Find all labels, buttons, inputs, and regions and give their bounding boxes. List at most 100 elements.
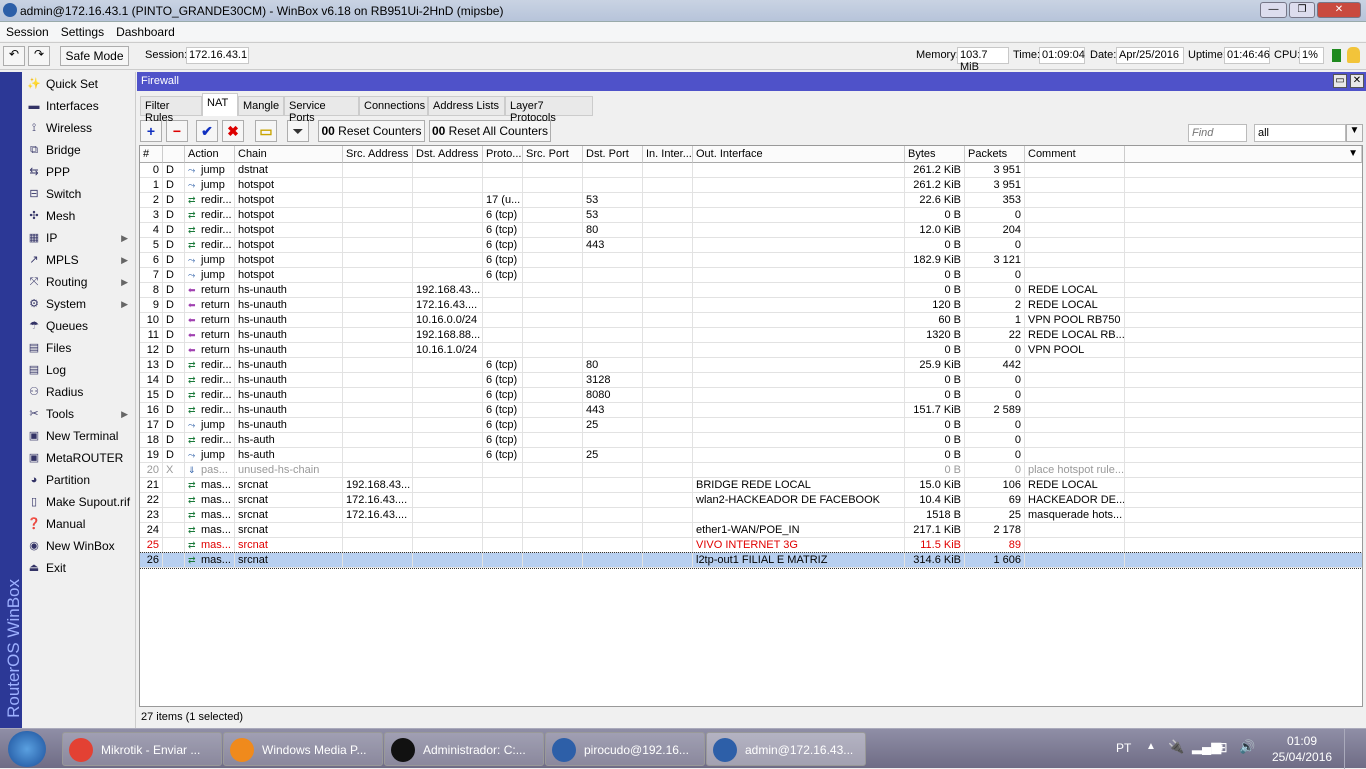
column-menu-chevron-down-icon[interactable]: ▼ <box>1348 148 1358 159</box>
column-header-0[interactable]: # <box>140 146 163 163</box>
safe-mode-button[interactable]: Safe Mode <box>60 46 129 66</box>
sidebar-item-mpls[interactable]: ↗ MPLS ▶ <box>24 250 134 270</box>
sidebar-item-ip[interactable]: ▦ IP ▶ <box>24 228 134 248</box>
column-header-3[interactable]: Chain <box>235 146 343 163</box>
menu-dashboard[interactable]: Dashboard <box>110 22 181 39</box>
tab-mangle[interactable]: Mangle <box>238 96 284 116</box>
sidebar-item-interfaces[interactable]: ▬ Interfaces <box>24 96 134 116</box>
tab-layer7-protocols[interactable]: Layer7 Protocols <box>505 96 593 124</box>
taskbar-item[interactable]: Mikrotik - Enviar ... <box>62 732 222 766</box>
table-row[interactable]: 18 D ⇄ redir... hs-auth 6 (tcp) 0 B0 <box>140 433 1362 448</box>
menu-settings[interactable]: Settings <box>55 22 110 39</box>
column-header-9[interactable]: In. Inter... <box>643 146 693 163</box>
sidebar-item-files[interactable]: ▤ Files <box>24 338 134 358</box>
sidebar-item-radius[interactable]: ⚇ Radius <box>24 382 134 402</box>
menu-session[interactable]: Session <box>0 22 55 39</box>
show-desktop-button[interactable] <box>1344 729 1366 769</box>
taskbar-item[interactable]: admin@172.16.43... <box>706 732 866 766</box>
sidebar-item-queues[interactable]: ☂ Queues <box>24 316 134 336</box>
table-row[interactable]: 15 D ⇄ redir... hs-unauth 6 (tcp) 8080 0 B0 <box>140 388 1362 403</box>
table-row[interactable]: 24 ⇄ mas... srcnat ether1-WAN/POE_IN 217.1 Ki… <box>140 523 1362 538</box>
table-row[interactable]: 12 D ⬅ return hs-unauth 10.16.1.0/24 0 B 0 VPN P… <box>140 343 1362 358</box>
column-header-13[interactable]: Comment <box>1025 146 1125 163</box>
table-row[interactable]: 16 D ⇄ redir... hs-unauth 6 (tcp) 443 151.7 KiB… <box>140 403 1362 418</box>
table-row[interactable]: 6 D ⤳ jump hotspot 6 (tcp) 182.9 KiB 3 121 <box>140 253 1362 268</box>
column-header-5[interactable]: Dst. Address <box>413 146 483 163</box>
sidebar-item-new-winbox[interactable]: ◉ New WinBox <box>24 536 134 556</box>
column-header-11[interactable]: Bytes <box>905 146 965 163</box>
table-row[interactable]: 17 D ⤳ jump hs-unauth 6 (tcp) 25 0 B0 <box>140 418 1362 433</box>
table-row[interactable]: 22 ⇄ mas... srcnat 172.16.43.... wlan2-HACKEA… <box>140 493 1362 508</box>
sidebar-item-ppp[interactable]: ⇆ PPP <box>24 162 134 182</box>
comment-button[interactable]: ▭ <box>255 120 277 142</box>
filter-dropdown-icon[interactable]: ▼ <box>1346 124 1363 142</box>
sidebar-item-wireless[interactable]: ⟟ Wireless <box>24 118 134 138</box>
column-header-7[interactable]: Src. Port <box>523 146 583 163</box>
session-field[interactable]: 172.16.43.1 <box>186 47 249 64</box>
column-header-10[interactable]: Out. Interface <box>693 146 905 163</box>
taskbar-item[interactable]: pirocudo@192.16... <box>545 732 705 766</box>
column-header-4[interactable]: Src. Address <box>343 146 413 163</box>
tab-filter-rules[interactable]: Filter Rules <box>140 96 202 124</box>
minimize-button[interactable]: — <box>1260 2 1287 18</box>
table-row[interactable]: 3 D ⇄ redir... hotspot 6 (tcp) 53 0 B0 <box>140 208 1362 223</box>
table-row[interactable]: 8 D ⬅ return hs-unauth 192.168.43... 0 B 0 REDE … <box>140 283 1362 298</box>
table-row[interactable]: 2 D ⇄ redir... hotspot 17 (u... 53 22.6 KiB 353 <box>140 193 1362 208</box>
tab-service-ports[interactable]: Service Ports <box>284 96 359 124</box>
sidebar-item-tools[interactable]: ✂ Tools ▶ <box>24 404 134 424</box>
table-row[interactable]: 9 D ⬅ return hs-unauth 172.16.43.... 120 B 2 RED… <box>140 298 1362 313</box>
sidebar-item-routing[interactable]: ⤧ Routing ▶ <box>24 272 134 292</box>
table-row[interactable]: 20 X ⇓ pas... unused-hs-chain 0 B 0 place hotsp… <box>140 463 1362 478</box>
sidebar-item-exit[interactable]: ⏏ Exit <box>24 558 134 578</box>
table-row[interactable]: 19 D ⤳ jump hs-auth 6 (tcp) 25 0 B0 <box>140 448 1362 463</box>
language-indicator[interactable]: PT <box>1116 741 1131 755</box>
restore-window-button[interactable]: ▭ <box>1333 74 1347 88</box>
redo-button[interactable]: ↷ <box>28 46 50 66</box>
table-row[interactable]: 14 D ⇄ redir... hs-unauth 6 (tcp) 3128 0 B0 <box>140 373 1362 388</box>
clock-time[interactable]: 01:09 <box>1287 734 1317 748</box>
sidebar-item-partition[interactable]: ◕ Partition <box>24 470 134 490</box>
enable-button[interactable]: ✔ <box>196 120 218 142</box>
tab-address-lists[interactable]: Address Lists <box>428 96 505 116</box>
sidebar-item-manual[interactable]: ❓ Manual <box>24 514 134 534</box>
column-header-6[interactable]: Proto... <box>483 146 523 163</box>
table-row[interactable]: 25 ⇄ mas... srcnat VIVO INTERNET 3G 11.5 KiB 8… <box>140 538 1362 553</box>
sidebar-item-make-supout-rif[interactable]: ▯ Make Supout.rif <box>24 492 134 512</box>
table-row[interactable]: 1 D ⤳ jump hotspot 261.2 KiB 3 951 <box>140 178 1362 193</box>
table-row[interactable]: 7 D ⤳ jump hotspot 6 (tcp) 0 B0 <box>140 268 1362 283</box>
power-icon[interactable]: 🔌 <box>1168 739 1184 755</box>
filter-select[interactable]: all <box>1254 124 1346 142</box>
table-row[interactable]: 13 D ⇄ redir... hs-unauth 6 (tcp) 80 25.9 KiB 44… <box>140 358 1362 373</box>
column-header-1[interactable] <box>163 146 185 163</box>
tray-expand-icon[interactable]: ▲ <box>1146 741 1156 752</box>
column-header-2[interactable]: Action <box>185 146 235 163</box>
table-row[interactable]: 23 ⇄ mas... srcnat 172.16.43.... 1518 B 25 masq… <box>140 508 1362 523</box>
network-icon[interactable]: ⊞ <box>1216 739 1228 756</box>
sidebar-item-bridge[interactable]: ⧉ Bridge <box>24 140 134 160</box>
table-row[interactable]: 10 D ⬅ return hs-unauth 10.16.0.0/24 60 B 1 VPN … <box>140 313 1362 328</box>
table-row[interactable]: 21 ⇄ mas... srcnat 192.168.43... BRIDGE REDE … <box>140 478 1362 493</box>
disable-button[interactable]: ✖ <box>222 120 244 142</box>
find-input[interactable] <box>1188 124 1247 142</box>
sidebar-item-quick-set[interactable]: ✨ Quick Set <box>24 74 134 94</box>
taskbar-item[interactable]: Windows Media P... <box>223 732 383 766</box>
column-header-12[interactable]: Packets <box>965 146 1025 163</box>
tab-connections[interactable]: Connections <box>359 96 428 116</box>
sidebar-item-metarouter[interactable]: ▣ MetaROUTER <box>24 448 134 468</box>
column-header-8[interactable]: Dst. Port <box>583 146 643 163</box>
sidebar-item-system[interactable]: ⚙ System ▶ <box>24 294 134 314</box>
taskbar-item[interactable]: Administrador: C:... <box>384 732 544 766</box>
volume-icon[interactable]: 🔊 <box>1239 739 1255 755</box>
table-row[interactable]: 0 D ⤳ jump dstnat 261.2 KiB 3 951 <box>140 163 1362 178</box>
close-button[interactable]: ✕ <box>1317 2 1361 18</box>
reset-counters-button[interactable]: 00 Reset Counters <box>318 120 425 142</box>
table-row[interactable]: 5 D ⇄ redir... hotspot 6 (tcp) 443 0 B0 <box>140 238 1362 253</box>
sidebar-item-log[interactable]: ▤ Log <box>24 360 134 380</box>
maximize-button[interactable]: ❐ <box>1289 2 1315 18</box>
table-row[interactable]: 4 D ⇄ redir... hotspot 6 (tcp) 80 12.0 KiB 204 <box>140 223 1362 238</box>
sidebar-item-mesh[interactable]: ✣ Mesh <box>24 206 134 226</box>
clock-date[interactable]: 25/04/2016 <box>1272 750 1332 764</box>
start-button[interactable] <box>8 731 46 767</box>
tab-nat[interactable]: NAT <box>202 93 238 116</box>
undo-button[interactable]: ↶ <box>3 46 25 66</box>
